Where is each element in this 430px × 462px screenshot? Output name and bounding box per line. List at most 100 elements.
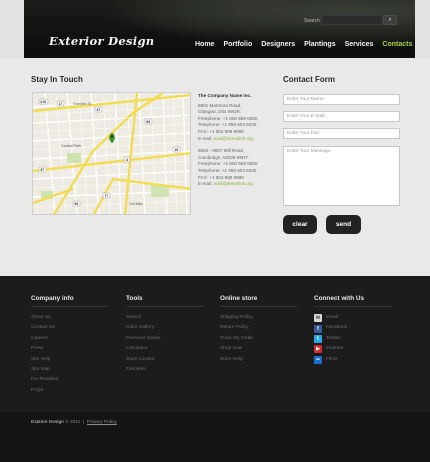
footer-link-careers[interactable]: Careers — [31, 334, 109, 344]
footer-store-column: Online store Shipping Policy Return Poli… — [220, 295, 298, 365]
svg-text:59: 59 — [74, 202, 78, 206]
svg-text:4: 4 — [126, 158, 128, 162]
social-flickr[interactable]: •• Flickr — [314, 355, 392, 365]
footer-company-column: Company info About Us Contact Us Careers… — [31, 295, 109, 396]
address1-email-row: E-mail: mail@demolink.org — [198, 136, 278, 143]
social-youtube-label: Youtube — [326, 346, 344, 352]
header: Exterior Design Search ⌕ Home Portfolio … — [24, 0, 415, 58]
search-label: Search — [304, 18, 320, 24]
map-shield-4: 83 — [144, 118, 153, 125]
address1-email-link[interactable]: mail@demolink.org — [214, 136, 253, 141]
copyright: Exterior Design © 2011 | Privacy Policy — [31, 420, 117, 425]
email-icon: ✉ — [314, 314, 322, 323]
nav-home[interactable]: Home — [195, 41, 214, 48]
footer-link-press[interactable]: Press — [31, 344, 109, 354]
copyright-separator: | — [83, 420, 85, 425]
social-facebook[interactable]: f Facebook — [314, 323, 392, 333]
map-shield-5: 57 — [38, 166, 47, 173]
map-label-grandier: Grandier St — [73, 102, 91, 106]
svg-text:15: 15 — [174, 148, 178, 152]
flickr-icon: •• — [314, 355, 322, 364]
contact-form-title: Contact Form — [283, 75, 335, 84]
address-block: The Company Name Inc. 8901 Marmora Road,… — [198, 93, 278, 188]
footer-bottom-bar: Exterior Design © 2011 | Privacy Policy — [0, 412, 430, 462]
address2-email-link[interactable]: mail@demolink.org — [214, 181, 253, 186]
header-background: Exterior Design Search ⌕ Home Portfolio … — [0, 0, 430, 58]
nav-plantings[interactable]: Plantings — [304, 41, 336, 48]
map-shield-7: 77 — [102, 192, 111, 199]
search-button[interactable]: ⌕ — [383, 15, 397, 25]
location-map[interactable]: Grandier St Central Park Old Mills 215 1… — [32, 92, 191, 215]
svg-text:17: 17 — [58, 102, 62, 106]
footer-tools-title: Tools — [126, 295, 204, 307]
footer-link-search[interactable]: Search — [126, 313, 204, 323]
clear-button[interactable]: clear — [283, 215, 317, 234]
footer-link-contact[interactable]: Contact Us — [31, 323, 109, 333]
fax-field[interactable]: Enter Your Fax: — [283, 128, 400, 139]
footer-link-site-help[interactable]: Site Help — [31, 355, 109, 365]
social-twitter-label: Twitter — [326, 335, 341, 341]
footer-link-personal-viewer[interactable]: Personal Viewer — [126, 334, 204, 344]
header-texture — [24, 0, 415, 58]
facebook-icon: f — [314, 324, 322, 333]
address2-line2: Cambridge, MG09 99HT. — [198, 154, 249, 160]
social-facebook-label: Facebook — [326, 325, 348, 331]
map-shield-3: 47 — [94, 106, 103, 113]
address2-email-label: E-mail: — [198, 181, 213, 187]
svg-text:77: 77 — [104, 194, 108, 198]
svg-text:215: 215 — [40, 100, 46, 104]
footer-link-shop-now[interactable]: Shop Now — [220, 344, 298, 354]
copyright-year: © 2011 — [65, 420, 81, 425]
map-label-mills: Old Mills — [129, 202, 143, 206]
footer-link-return[interactable]: Return Policy — [220, 323, 298, 333]
copyright-brand: Exterior Design — [31, 420, 64, 425]
nav-services[interactable]: Services — [345, 41, 374, 48]
address2-line1: 9863 - 9867 Mill Road, — [198, 148, 245, 154]
address1-telephone: Telephone: +1 959 603 6035 — [198, 122, 257, 128]
nav-contacts[interactable]: Contacts — [382, 41, 412, 48]
svg-text:47: 47 — [96, 108, 100, 112]
address1-line1: 8901 Marmora Road, — [198, 102, 242, 108]
svg-text:57: 57 — [40, 168, 44, 172]
site-logo[interactable]: Exterior Design — [49, 34, 154, 48]
youtube-icon: ▶ — [314, 345, 322, 354]
map-shield-6: 4 — [124, 156, 131, 163]
footer-link-calculator[interactable]: Calculator — [126, 344, 204, 354]
social-youtube[interactable]: ▶ Youtube — [314, 344, 392, 354]
footer-connect-column: Connect with Us ✉ Email f Facebook t Twi… — [314, 295, 392, 365]
address2-telephone: Telephone: +1 959 603 6035 — [198, 167, 257, 173]
footer-link-about[interactable]: About Us — [31, 313, 109, 323]
twitter-icon: t — [314, 334, 322, 343]
footer-connect-title: Connect with Us — [314, 295, 392, 307]
privacy-policy-link[interactable]: Privacy Policy — [87, 420, 117, 425]
address2-email-row: E-mail: mail@demolink.org — [198, 181, 278, 188]
social-twitter[interactable]: t Twitter — [314, 334, 392, 344]
footer-link-color-gallery[interactable]: Color Gallery — [126, 323, 204, 333]
nav-designers[interactable]: Designers — [261, 41, 295, 48]
address1-freephone: Freephone: +1 800 559 6580 — [198, 115, 258, 121]
map-shield-1: 215 — [38, 98, 49, 105]
social-email[interactable]: ✉ Email — [314, 313, 392, 323]
map-shield-2: 17 — [56, 100, 65, 107]
name-field[interactable]: Enter Your Name: — [283, 94, 400, 105]
footer-link-faqs[interactable]: FAQs — [31, 386, 109, 396]
footer-link-store-locator[interactable]: Store Locator — [126, 355, 204, 365]
address2-freephone: Freephone: +1 800 559 6580 — [198, 161, 258, 167]
address2-fax: FAX: +1 504 889 9898 — [198, 174, 244, 180]
main-nav: Home Portfolio Designers Plantings Servi… — [195, 41, 412, 48]
social-email-label: Email — [326, 315, 338, 320]
footer-link-favorites[interactable]: Favorites — [126, 365, 204, 375]
footer-link-retailers[interactable]: For Retailers — [31, 375, 109, 385]
email-field[interactable]: Enter Your E-mail: — [283, 111, 400, 122]
footer-link-store-help[interactable]: Store Help — [220, 355, 298, 365]
svg-text:83: 83 — [146, 120, 150, 124]
footer-link-site-map[interactable]: Site Map — [31, 365, 109, 375]
footer-link-shipping[interactable]: Shipping Policy — [220, 313, 298, 323]
footer-company-title: Company info — [31, 295, 109, 307]
send-button[interactable]: send — [326, 215, 361, 234]
search-input[interactable] — [321, 15, 383, 25]
nav-portfolio[interactable]: Portfolio — [223, 41, 252, 48]
address1-line2: Glasgow, D04 89GR. — [198, 109, 242, 115]
footer-link-track[interactable]: Track My Order — [220, 334, 298, 344]
message-field[interactable]: Enter Your Message: — [283, 146, 400, 206]
